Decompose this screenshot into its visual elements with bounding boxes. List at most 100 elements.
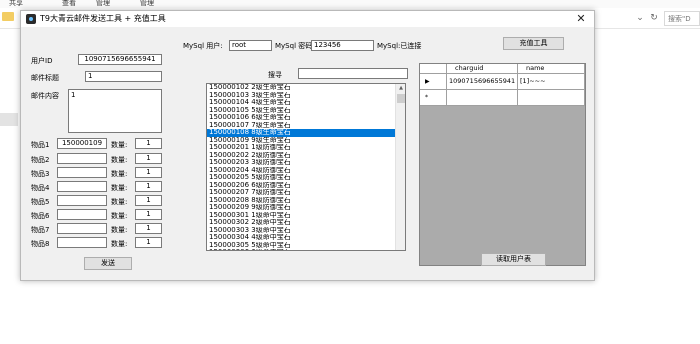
new-table-row[interactable]: * xyxy=(420,90,585,106)
mysql-password-label: MySql 密码: xyxy=(275,42,315,50)
app-icon xyxy=(26,14,36,24)
item-4-quantity-label: 数量: xyxy=(111,184,128,192)
user-grid[interactable]: charguid name ▶ 1090715696655941 [1]~~~ … xyxy=(419,63,586,266)
charguid-cell[interactable]: 1090715696655941 xyxy=(447,74,518,90)
window-title: T9大青云邮件发送工具 + 充值工具 xyxy=(40,14,166,23)
list-item[interactable]: 150000108 8级生命宝石 xyxy=(207,129,395,137)
column-header-name[interactable]: name xyxy=(518,64,585,74)
list-item[interactable]: 150000306 6级命中宝石 xyxy=(207,249,395,250)
item-8-label: 物品8 xyxy=(31,240,50,248)
item-6-quantity-input[interactable]: 1 xyxy=(135,209,162,220)
new-row-asterisk-icon: * xyxy=(420,90,447,106)
item-7-label: 物品7 xyxy=(31,226,50,234)
mysql-status: MySql:已连接 xyxy=(377,42,422,50)
list-item[interactable]: 150000205 5级防御宝石 xyxy=(207,174,395,182)
explorer-search-input[interactable]: 搜索"D xyxy=(664,11,700,26)
mail-content-input[interactable]: 1 xyxy=(68,89,162,133)
grid-header-row: charguid name xyxy=(420,64,585,74)
item-list-scrollbar[interactable]: ▲ xyxy=(395,84,405,250)
recharge-tool-button[interactable]: 充值工具 xyxy=(503,37,564,50)
mail-title-input[interactable]: 1 xyxy=(85,71,162,82)
item-1-label: 物品1 xyxy=(31,141,50,149)
folder-icon xyxy=(2,12,14,21)
column-header-charguid[interactable]: charguid xyxy=(447,64,518,74)
list-item[interactable]: 150000305 5级命中宝石 xyxy=(207,242,395,250)
item-listbox[interactable]: 150000102 2级生命宝石 150000103 3级生命宝石 15000010… xyxy=(206,83,406,251)
list-item[interactable]: 150000207 7级防御宝石 xyxy=(207,189,395,197)
list-item[interactable]: 150000203 3级防御宝石 xyxy=(207,159,395,167)
item-1-input[interactable]: 150000109 xyxy=(57,138,107,149)
list-item[interactable]: 150000107 7级生命宝石 xyxy=(207,122,395,130)
item-5-quantity-input[interactable]: 1 xyxy=(135,195,162,206)
explorer-ribbon: 共享 查看 管理 管理 xyxy=(0,0,700,8)
list-item[interactable]: 150000302 2级命中宝石 xyxy=(207,219,395,227)
item-3-label: 物品3 xyxy=(31,170,50,178)
item-3-quantity-label: 数量: xyxy=(111,170,128,178)
list-item[interactable]: 150000105 5级生命宝石 xyxy=(207,107,395,115)
list-item[interactable]: 150000103 3级生命宝石 xyxy=(207,92,395,100)
item-3-input[interactable] xyxy=(57,167,107,178)
mail-content-label: 邮件内容 xyxy=(31,92,59,100)
item-6-label: 物品6 xyxy=(31,212,50,220)
mysql-user-label: MySql 用户: xyxy=(183,42,223,50)
send-button[interactable]: 发送 xyxy=(84,257,132,270)
table-row[interactable]: ▶ 1090715696655941 [1]~~~ xyxy=(420,74,585,90)
item-3-quantity-input[interactable]: 1 xyxy=(135,167,162,178)
item-5-input[interactable] xyxy=(57,195,107,206)
explorer-sidebar-selection xyxy=(0,113,18,126)
item-2-label: 物品2 xyxy=(31,156,50,164)
mysql-password-input[interactable]: 123456 xyxy=(311,40,374,51)
ribbon-tab-view[interactable]: 查看 xyxy=(62,0,76,8)
item-4-quantity-input[interactable]: 1 xyxy=(135,181,162,192)
list-item[interactable]: 150000208 8级防御宝石 xyxy=(207,197,395,205)
item-7-quantity-input[interactable]: 1 xyxy=(135,223,162,234)
item-4-label: 物品4 xyxy=(31,184,50,192)
grid-corner-cell xyxy=(420,64,447,74)
refresh-icon[interactable]: ↻ xyxy=(648,12,660,24)
list-item[interactable]: 150000104 4级生命宝石 xyxy=(207,99,395,107)
scroll-thumb[interactable] xyxy=(397,94,405,103)
name-cell[interactable]: [1]~~~ xyxy=(518,74,585,90)
item-4-input[interactable] xyxy=(57,181,107,192)
item-5-label: 物品5 xyxy=(31,198,50,206)
mail-title-label: 邮件标题 xyxy=(31,74,59,82)
ribbon-tab-manage-1[interactable]: 管理 xyxy=(96,0,110,8)
item-1-quantity-input[interactable]: 1 xyxy=(135,138,162,149)
user-id-input[interactable]: 1090715696655941 xyxy=(78,54,162,65)
list-item[interactable]: 150000204 4级防御宝石 xyxy=(207,167,395,175)
list-item[interactable]: 150000301 1级命中宝石 xyxy=(207,212,395,220)
list-item[interactable]: 150000201 1级防御宝石 xyxy=(207,144,395,152)
list-item[interactable]: 150000202 2级防御宝石 xyxy=(207,152,395,160)
list-item[interactable]: 150000304 4级命中宝石 xyxy=(207,234,395,242)
list-item[interactable]: 150000303 3级命中宝石 xyxy=(207,227,395,235)
item-8-input[interactable] xyxy=(57,237,107,248)
ribbon-tab-share[interactable]: 共享 xyxy=(9,0,23,8)
list-item[interactable]: 150000106 6级生命宝石 xyxy=(207,114,395,122)
item-5-quantity-label: 数量: xyxy=(111,198,128,206)
item-6-input[interactable] xyxy=(57,209,107,220)
new-name-cell[interactable] xyxy=(518,90,585,106)
close-button[interactable]: ✕ xyxy=(573,12,589,26)
item-7-input[interactable] xyxy=(57,223,107,234)
mysql-user-input[interactable]: root xyxy=(229,40,272,51)
item-2-input[interactable] xyxy=(57,153,107,164)
item-list-entries: 150000102 2级生命宝石 150000103 3级生命宝石 15000010… xyxy=(207,84,395,250)
item-2-quantity-label: 数量: xyxy=(111,156,128,164)
list-item[interactable]: 150000109 9级生命宝石 xyxy=(207,137,395,145)
list-item[interactable]: 150000102 2级生命宝石 xyxy=(207,84,395,92)
item-8-quantity-input[interactable]: 1 xyxy=(135,237,162,248)
item-6-quantity-label: 数量: xyxy=(111,212,128,220)
explorer-search-placeholder: 搜索"D xyxy=(668,15,691,23)
chevron-down-icon[interactable]: ⌄ xyxy=(634,12,646,24)
title-bar[interactable]: T9大青云邮件发送工具 + 充值工具 ✕ xyxy=(21,11,594,27)
list-item[interactable]: 150000209 9级防御宝石 xyxy=(207,204,395,212)
ribbon-tab-manage-2[interactable]: 管理 xyxy=(140,0,154,8)
search-input[interactable] xyxy=(298,68,408,79)
current-row-arrow-icon: ▶ xyxy=(420,74,447,90)
read-user-table-button[interactable]: 读取用户表 xyxy=(481,253,546,266)
search-label: 搜寻 xyxy=(268,71,282,79)
item-2-quantity-input[interactable]: 1 xyxy=(135,153,162,164)
new-charguid-cell[interactable] xyxy=(447,90,518,106)
list-item[interactable]: 150000206 6级防御宝石 xyxy=(207,182,395,190)
scroll-up-arrow-icon[interactable]: ▲ xyxy=(396,84,405,93)
